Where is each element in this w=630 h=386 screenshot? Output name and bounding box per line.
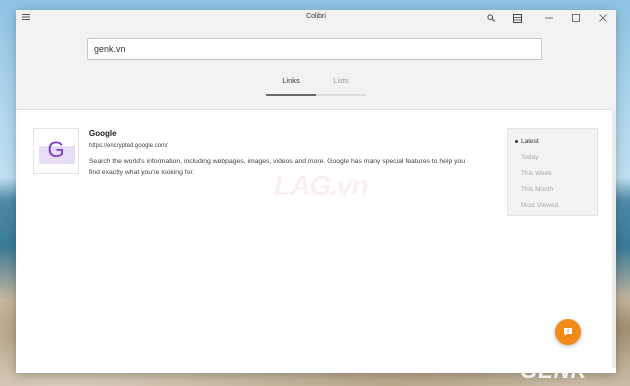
watermark-logo: LAG.vn [274,170,369,201]
scrollbar[interactable] [612,108,616,368]
minimize-icon [545,17,553,19]
result-url[interactable]: https://encrypted.google.com/ [89,143,168,149]
tab-lists[interactable]: Lists [316,76,366,96]
genk-watermark: GENK [520,358,588,383]
reading-list-icon [512,13,522,23]
search-icon [487,14,495,22]
filter-most-viewed[interactable]: Most Viewed [521,202,558,209]
maximize-button[interactable] [564,10,588,26]
selected-dot-icon [515,140,518,143]
result-title[interactable]: Google [89,129,117,138]
result-item[interactable]: G Google https://encrypted.google.com/ S… [33,128,473,188]
title-bar: Colibri [16,10,616,26]
close-button[interactable] [590,10,616,26]
feedback-icon [564,328,572,336]
close-icon [599,14,607,22]
app-window: Colibri genk.vn Links Lists G Google htt… [16,10,616,373]
minimize-button[interactable] [536,10,562,26]
header: Links Lists [16,26,616,110]
filter-latest[interactable]: Latest [521,138,539,145]
site-favicon: G [33,128,79,174]
search-button[interactable] [480,10,502,26]
filter-this-month[interactable]: This Month [521,186,553,193]
tab-links[interactable]: Links [266,76,316,96]
maximize-icon [572,14,580,22]
filter-this-week[interactable]: This Week [521,170,552,177]
filter-panel: Latest Today This Week This Month Most V… [507,128,598,216]
search-input[interactable] [87,38,542,60]
filter-today[interactable]: Today [521,154,538,161]
feedback-button[interactable] [555,319,581,345]
reading-list-button[interactable] [506,10,528,26]
favicon-letter: G [47,137,65,162]
